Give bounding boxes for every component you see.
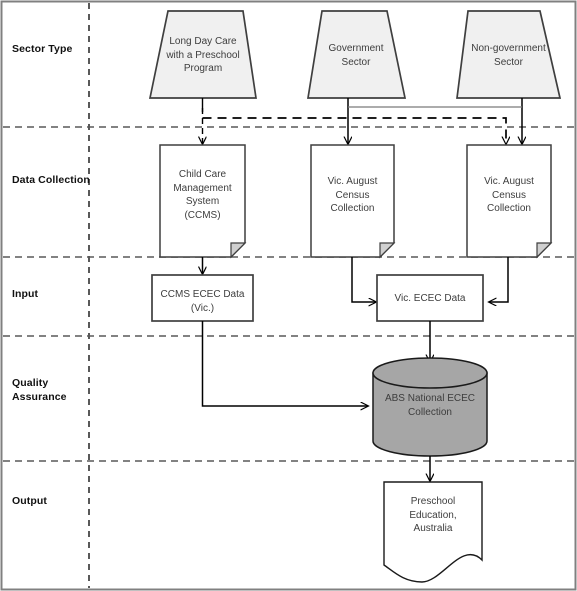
node-ccms-document[interactable] [159,144,247,259]
node-vic-census-nongov-document[interactable] [466,144,553,259]
node-non-government-sector-trapezoid[interactable] [456,10,562,99]
node-ccms-ecec-data-box[interactable] [151,274,254,322]
connector-vic-census-nongov-to-vic-data [489,257,509,302]
swimlane-label-output: Output [12,495,48,507]
diagram-canvas: Sector Type Data Collection Input Qualit… [0,0,577,591]
node-long-day-care-trapezoid[interactable] [148,10,257,99]
node-vic-census-gov-document[interactable] [310,144,396,259]
node-government-sector-trapezoid[interactable] [307,10,407,99]
node-abs-national-ecec-collection-cylinder[interactable] [372,357,488,457]
connector-vic-census-gov-to-vic-data [351,257,376,302]
connector-ldc-to-nongov-census-dashed [202,117,507,144]
swimlane-label-input: Input [12,288,39,300]
swimlane-label-sector-type: Sector Type [12,43,73,55]
node-preschool-education-australia-document[interactable] [383,481,483,583]
swimlane-label-data-collection: Data Collection [12,174,90,186]
connector-ccms-data-to-abs-collection [201,321,369,406]
node-vic-ecec-data-box[interactable] [376,274,484,322]
diagram-graphics [0,0,577,591]
swimlane-label-quality-assurance: Quality Assurance [12,377,67,403]
